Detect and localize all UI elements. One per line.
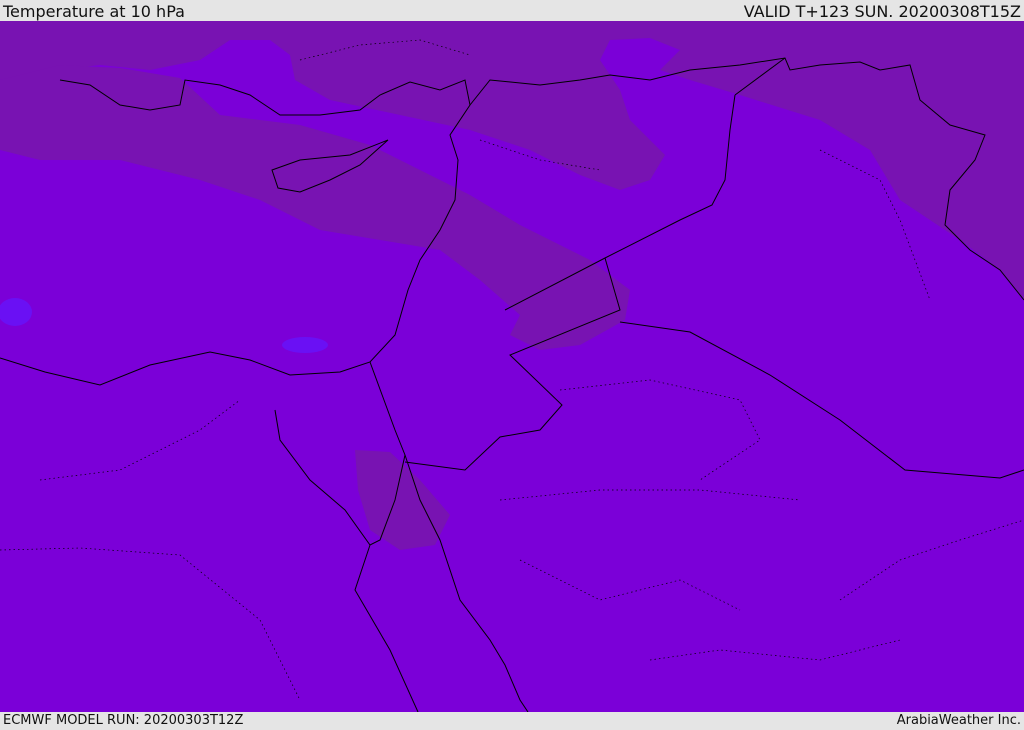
header-bar: Temperature at 10 hPa VALID T+123 SUN. 2… [0,0,1024,21]
model-run: ECMWF MODEL RUN: 20200303T12Z [3,713,244,728]
cold-pocket-sea [282,337,328,353]
temperature-map[interactable] [0,21,1024,712]
credit: ArabiaWeather Inc. [896,713,1021,728]
footer-bar: ECMWF MODEL RUN: 20200303T12Z ArabiaWeat… [0,712,1024,729]
